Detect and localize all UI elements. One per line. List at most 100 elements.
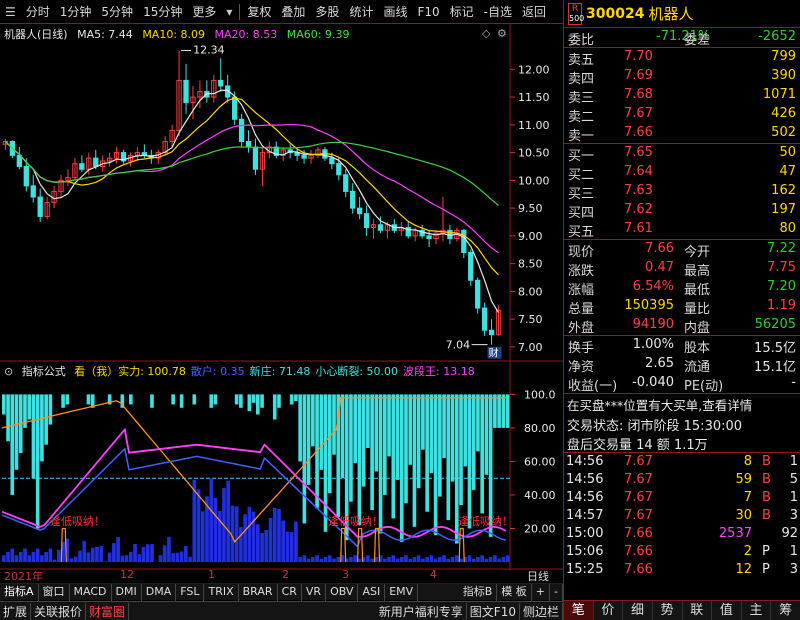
indicator-tab[interactable]: CR bbox=[278, 584, 302, 601]
ask-row[interactable]: 卖一 7.66 502 bbox=[564, 124, 800, 144]
indicator-bar-blue bbox=[404, 555, 408, 562]
indicator-bar-blue bbox=[323, 556, 328, 562]
tab-1min[interactable]: 1分钟 bbox=[55, 0, 97, 24]
indicator-bar-cyan bbox=[480, 394, 484, 514]
candle bbox=[44, 197, 50, 220]
indicator-tab[interactable]: TRIX bbox=[204, 584, 239, 601]
btn-mark[interactable]: 标记 bbox=[445, 0, 479, 24]
notice-row[interactable]: 在买盘***位置有大买单,查看详情 bbox=[564, 394, 800, 414]
indicator-bar-cyan bbox=[327, 394, 332, 494]
tab-5min[interactable]: 5分钟 bbox=[96, 0, 138, 24]
indicator-values: 看（我）实力: 100.78 散户: 0.35 新庄: 71.48 小心断裂: 50.… bbox=[74, 365, 480, 378]
indicator-tab[interactable]: FSL bbox=[176, 584, 205, 601]
indicator-bar-blue bbox=[391, 555, 396, 562]
ind-tick-label: 40.00 bbox=[524, 489, 556, 502]
ask-row[interactable]: 卖五 7.70 799 bbox=[564, 48, 800, 68]
status-expand[interactable]: 扩展 bbox=[0, 602, 32, 620]
tick-row: 15:25 7.66 12 P 3 bbox=[564, 561, 800, 579]
quote-tab[interactable]: 价 bbox=[594, 601, 624, 620]
ask-row[interactable]: 卖三 7.68 1071 bbox=[564, 86, 800, 106]
quote-tab[interactable]: 细 bbox=[623, 601, 653, 620]
indicator-tab[interactable]: DMI bbox=[112, 584, 142, 601]
indicator-bar-cyan bbox=[31, 394, 36, 479]
status-new-user-benefit[interactable]: 新用户福利专享 bbox=[376, 602, 467, 620]
indicator-bar-blue bbox=[167, 537, 171, 562]
bid-label: 买四 bbox=[568, 206, 595, 221]
ask-row[interactable]: 卖二 7.67 426 bbox=[564, 105, 800, 125]
quote-tab[interactable]: 主 bbox=[742, 601, 772, 620]
dropdown-icon[interactable]: ▾ bbox=[221, 0, 237, 24]
stat-label: 量比 bbox=[684, 302, 711, 317]
quote-tab[interactable]: 联 bbox=[683, 601, 713, 620]
kline-chart[interactable]: 12.00 11.50 11.00 10.50 10.00 9.50 9.00 8.50 8.0… bbox=[0, 24, 563, 570]
indicator-bar-blue bbox=[412, 556, 417, 562]
diamond-icon[interactable]: ◇ bbox=[482, 27, 491, 40]
indicator-tab[interactable]: EMV bbox=[385, 584, 419, 601]
indicator-bar-blue bbox=[497, 558, 501, 562]
bid-row[interactable]: 买四 7.62 197 bbox=[564, 201, 800, 221]
bid-row[interactable]: 买一 7.65 50 bbox=[564, 144, 800, 164]
indicator-tab[interactable]: 窗口 bbox=[39, 584, 70, 601]
collapse-icon[interactable]: ⊙ bbox=[4, 365, 13, 378]
bid-row[interactable]: 买三 7.63 162 bbox=[564, 182, 800, 202]
indicator-bar-blue bbox=[31, 551, 36, 562]
ask-book: 卖五 7.70 799 卖四 7.69 390 卖三 7.68 1071 卖二 7.67 426 卖一 7… bbox=[564, 48, 800, 144]
tick-time: 15:00 bbox=[566, 526, 604, 541]
indicator-bar-blue bbox=[260, 533, 264, 562]
indicator-tab[interactable]: 模 板 bbox=[497, 584, 532, 601]
indicator-tab[interactable]: MACD bbox=[70, 584, 112, 601]
status-sidebar[interactable]: 侧边栏 bbox=[520, 602, 563, 620]
indicator-bar-cyan bbox=[459, 394, 463, 506]
indicator-bar-blue bbox=[467, 555, 472, 562]
bid-row[interactable]: 买五 7.61 80 bbox=[564, 220, 800, 240]
tab-timeshare[interactable]: 分时 bbox=[21, 0, 55, 24]
chart-area[interactable]: 12.00 11.50 11.00 10.50 10.00 9.50 9.00 8.50 8.0… bbox=[0, 24, 563, 570]
quote-tab[interactable]: 筹 bbox=[771, 601, 800, 620]
indicator-tab[interactable]: VR bbox=[302, 584, 327, 601]
indicator-name[interactable]: 指标公式 bbox=[22, 365, 66, 378]
indicator-bar-cyan bbox=[421, 394, 425, 450]
indicator-bar-blue bbox=[213, 497, 218, 562]
indicator-tab[interactable]: ASI bbox=[358, 584, 386, 601]
indicator-tab[interactable]: DMA bbox=[142, 584, 177, 601]
btn-restore-rights[interactable]: 复权 bbox=[242, 0, 276, 24]
btn-statistics[interactable]: 统计 bbox=[344, 0, 378, 24]
status-linked-quote[interactable]: 关联报价 bbox=[31, 602, 87, 620]
candle bbox=[176, 50, 182, 136]
tab-15min[interactable]: 15分钟 bbox=[138, 0, 187, 24]
btn-f10[interactable]: F10 bbox=[412, 0, 444, 24]
quote-tab[interactable]: 势 bbox=[653, 601, 683, 620]
btn-overlay[interactable]: 叠加 bbox=[276, 0, 310, 24]
settings-icon[interactable]: ⚙ bbox=[497, 27, 507, 40]
indicator-tab[interactable] bbox=[418, 584, 459, 601]
indicator-bar-blue bbox=[234, 506, 239, 562]
quote-tab[interactable]: 值 bbox=[712, 601, 742, 620]
candle bbox=[245, 130, 252, 153]
indicator-tab[interactable]: 指标A bbox=[0, 584, 39, 601]
tick-time: 14:56 bbox=[566, 454, 604, 469]
tab-more[interactable]: 更多 bbox=[187, 0, 221, 24]
menu-icon[interactable]: ☰ bbox=[0, 0, 21, 24]
bid-row[interactable]: 买二 7.64 47 bbox=[564, 163, 800, 183]
status-wealth-circle[interactable]: 财富圈 bbox=[86, 602, 130, 620]
indicator-bar-cyan bbox=[306, 394, 311, 485]
quote-tab[interactable]: 笔 bbox=[564, 601, 594, 620]
btn-remove-watch[interactable]: -自选 bbox=[479, 0, 517, 24]
btn-multi-stock[interactable]: 多股 bbox=[310, 0, 344, 24]
indicator-tab[interactable]: BRAR bbox=[239, 584, 278, 601]
candle bbox=[106, 152, 113, 167]
big-order-notice[interactable]: 在买盘***位置有大买单,查看详情 bbox=[567, 395, 752, 414]
indicator-bar-blue bbox=[387, 556, 391, 562]
stock-code: 300024 bbox=[586, 5, 645, 22]
indicator-bar-cyan bbox=[179, 394, 184, 408]
btn-draw-line[interactable]: 画线 bbox=[378, 0, 412, 24]
indicator-tab[interactable]: + bbox=[532, 584, 551, 601]
indicator-tab[interactable]: - bbox=[550, 584, 563, 601]
btn-back[interactable]: 返回 bbox=[517, 0, 551, 24]
tick-direction: B bbox=[762, 508, 771, 523]
status-f10[interactable]: 图文F10 bbox=[467, 602, 520, 620]
ask-row[interactable]: 卖四 7.69 390 bbox=[564, 67, 800, 87]
indicator-bar-blue bbox=[272, 507, 277, 562]
indicator-tab[interactable]: OBV bbox=[326, 584, 359, 601]
indicator-tab[interactable]: 指标B bbox=[459, 584, 498, 601]
